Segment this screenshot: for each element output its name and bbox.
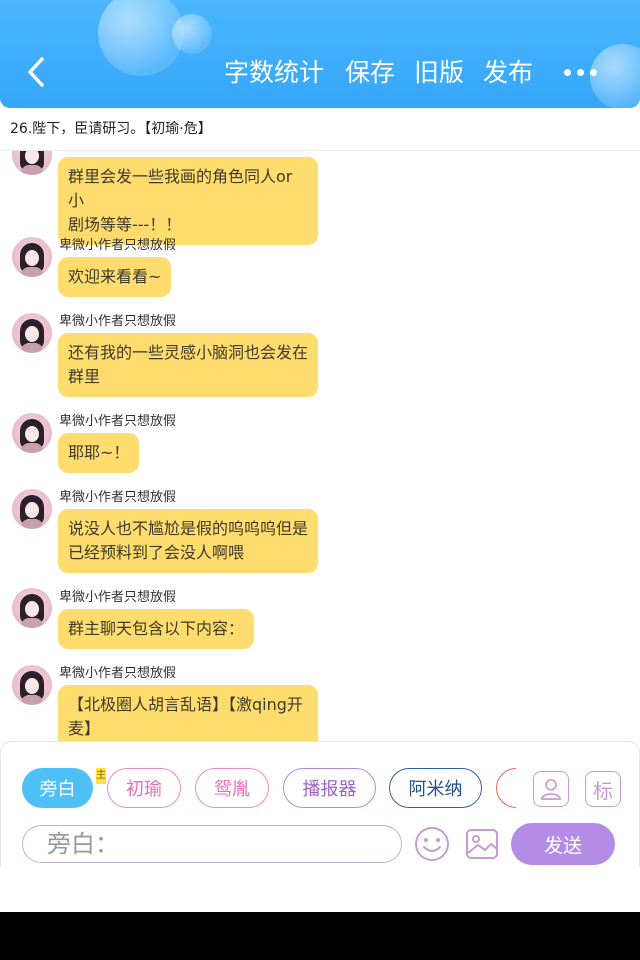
publish-button[interactable]: 发布 — [483, 56, 533, 90]
emoji-button[interactable] — [414, 826, 450, 862]
decor-bubble — [98, 0, 184, 76]
avatar[interactable] — [12, 489, 52, 529]
message-line: 群里 — [68, 367, 101, 386]
message-line: 【北极圈人胡言乱语】【激qing开 — [68, 695, 303, 714]
image-icon — [466, 829, 498, 859]
image-button[interactable] — [464, 826, 500, 862]
username: 卑微小作者只想放假 — [59, 414, 177, 429]
portrait-icon — [540, 779, 562, 800]
chat-list[interactable]: 群里会发一些我画的角色同人or小 剧场等等---！！ 卑微小作者只想放假 欢迎来… — [0, 151, 640, 741]
more-dot-icon — [577, 69, 584, 76]
decor-bubble — [172, 14, 212, 54]
username: 卑微小作者只想放假 — [59, 490, 177, 505]
chat-bubble[interactable]: 说没人也不尴尬是假的呜呜呜但是 已经预料到了会没人啊喂 — [58, 509, 318, 573]
chat-bubble[interactable]: 【北极圈人胡言乱语】【激qing开 麦】 — [58, 685, 318, 741]
avatar[interactable] — [12, 313, 52, 353]
message-line: 还有我的一些灵感小脑洞也会发在 — [68, 343, 309, 362]
system-nav-bar — [0, 912, 640, 960]
more-options-button[interactable] — [562, 62, 600, 82]
message-line: 已经预料到了会没人啊喂 — [68, 543, 245, 562]
message-line: 麦】 — [68, 719, 101, 738]
role-chip-chuyu[interactable]: 初瑜 — [107, 768, 181, 808]
old-version-button[interactable]: 旧版 — [414, 56, 464, 90]
message-line: 群里会发一些我画的角色同人or小 — [68, 167, 293, 210]
message-line: 群主聊天包含以下内容： — [68, 619, 245, 638]
chapter-title: 26.陛下，臣请研习。【初瑜·危】 — [10, 121, 212, 137]
username: 卑微小作者只想放假 — [59, 314, 177, 329]
more-dot-icon — [590, 69, 597, 76]
role-badge: 主 — [96, 768, 106, 784]
message-input[interactable]: 旁白： — [22, 825, 402, 863]
message-line: 说没人也不尴尬是假的呜呜呜但是 — [68, 519, 309, 538]
chat-bubble[interactable]: 群里会发一些我画的角色同人or小 剧场等等---！！ — [58, 157, 318, 245]
send-button[interactable]: 发送 — [511, 823, 615, 865]
avatar[interactable] — [12, 588, 52, 628]
avatar[interactable] — [12, 151, 52, 175]
chat-bubble[interactable]: 耶耶~！ — [58, 433, 140, 473]
message-line: 耶耶~！ — [68, 443, 130, 462]
avatar[interactable] — [12, 413, 52, 453]
username: 卑微小作者只想放假 — [59, 238, 177, 253]
top-header: 字数统计 保存 旧版 发布 — [0, 0, 640, 108]
more-dot-icon — [564, 69, 571, 76]
role-chip-amina[interactable]: 阿米纳 — [389, 768, 482, 808]
avatar[interactable] — [12, 665, 52, 705]
tag-button[interactable]: 标 — [585, 771, 621, 807]
portrait-button[interactable] — [533, 771, 569, 807]
avatar[interactable] — [12, 237, 52, 277]
chevron-left-icon — [28, 57, 44, 87]
username: 卑微小作者只想放假 — [59, 590, 177, 605]
page: 字数统计 保存 旧版 发布 26.陛下，臣请研习。【初瑜·危】 群里会发一些我画… — [0, 0, 640, 960]
back-button[interactable] — [20, 55, 54, 89]
chat-bubble[interactable]: 群主聊天包含以下内容： — [58, 609, 255, 649]
save-button[interactable]: 保存 — [345, 56, 395, 90]
message-line: 欢迎来看看~ — [68, 267, 162, 286]
word-count-button[interactable]: 字数统计 — [224, 56, 324, 90]
username: 卑微小作者只想放假 — [59, 666, 177, 681]
role-chip-announcer[interactable]: 播报器 — [283, 768, 376, 808]
role-chip-yuanyin[interactable]: 鸳胤 — [195, 768, 269, 808]
chat-bubble[interactable]: 欢迎来看看~ — [58, 257, 172, 297]
emoji-icon — [415, 827, 449, 861]
role-chip-narrator[interactable]: 旁白 — [22, 768, 93, 808]
chat-bubble[interactable]: 还有我的一些灵感小脑洞也会发在 群里 — [58, 333, 318, 397]
